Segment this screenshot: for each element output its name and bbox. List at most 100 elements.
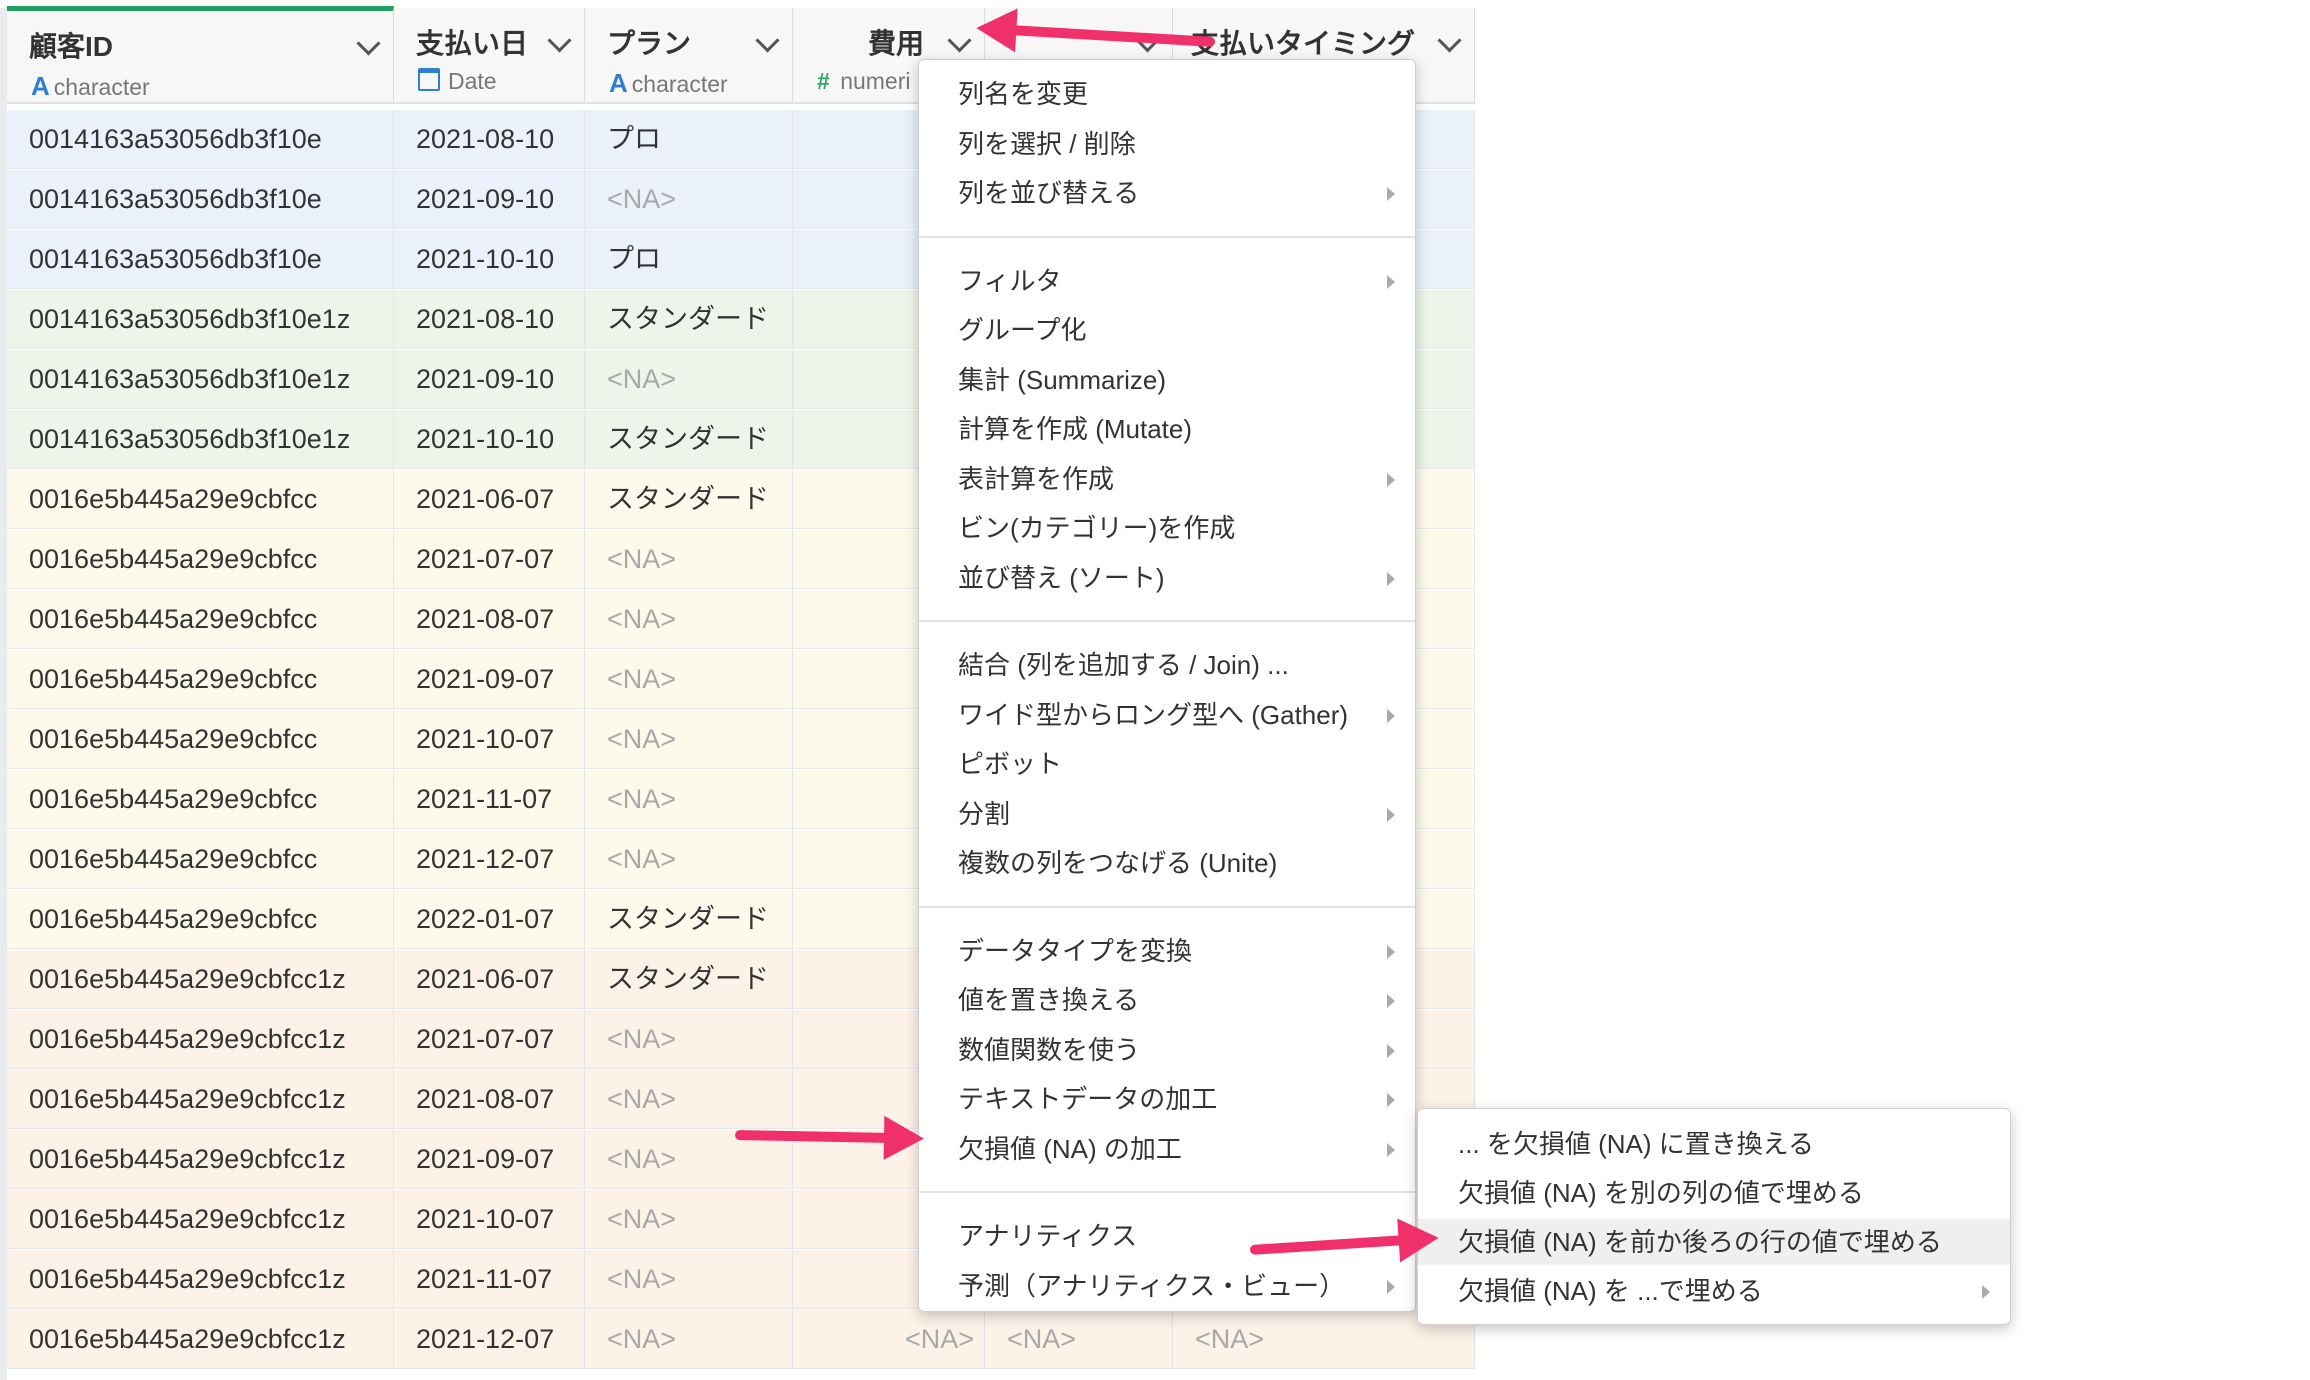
table-cell[interactable]: 2021-09-10 [394, 350, 585, 409]
table-cell[interactable]: <NA> [585, 530, 793, 589]
menu-item[interactable]: グループ化 [919, 307, 1415, 353]
menu-item[interactable]: 欠損値 (NA) の加工 [919, 1126, 1415, 1172]
table-cell[interactable]: 2021-09-07 [394, 650, 585, 709]
table-cell[interactable]: 2021-10-07 [394, 1190, 585, 1249]
table-cell[interactable]: 0016e5b445a29e9cbfcc [7, 770, 394, 829]
table-cell[interactable]: 2021-12-07 [394, 1310, 585, 1369]
menu-item[interactable]: 列名を変更 [919, 71, 1415, 117]
table-cell[interactable]: スタンダード [585, 410, 793, 469]
chevron-down-icon[interactable] [755, 28, 780, 53]
table-cell[interactable]: スタンダード [585, 950, 793, 1009]
table-cell[interactable]: スタンダード [585, 470, 793, 529]
table-cell[interactable]: 2021-09-10 [394, 170, 585, 229]
menu-item[interactable]: 表計算を作成 [919, 456, 1415, 502]
menu-divider [919, 235, 1415, 238]
menu-item[interactable]: データタイプを変換 [919, 928, 1415, 974]
table-cell[interactable]: 0016e5b445a29e9cbfcc [7, 890, 394, 949]
table-cell[interactable]: <NA> [585, 1190, 793, 1249]
table-cell[interactable]: 2021-10-10 [394, 230, 585, 289]
table-cell[interactable]: 0016e5b445a29e9cbfcc1z [7, 1010, 394, 1069]
column-name: 費用 [867, 28, 924, 59]
menu-item[interactable]: 値を置き換える [919, 977, 1415, 1023]
menu-item[interactable]: 並び替え (ソート) [919, 555, 1415, 601]
table-cell[interactable]: プロ [585, 110, 793, 169]
menu-item[interactable]: 予測（アナリティクス・ビュー） [919, 1263, 1415, 1309]
table-cell[interactable]: 2021-11-07 [394, 770, 585, 829]
menu-item[interactable]: ピボット [919, 741, 1415, 787]
table-cell[interactable]: 0014163a53056db3f10e1z [7, 290, 394, 349]
menu-item[interactable]: 列を選択 / 削除 [919, 121, 1415, 167]
table-cell[interactable]: 2021-08-10 [394, 290, 585, 349]
table-cell[interactable]: 0016e5b445a29e9cbfcc [7, 470, 394, 529]
submenu-item[interactable]: 欠損値 (NA) を ...で埋める [1418, 1268, 2010, 1314]
chevron-down-icon[interactable] [547, 28, 572, 53]
menu-item[interactable]: 複数の列をつなげる (Unite) [919, 840, 1415, 886]
menu-item[interactable]: 分割 [919, 791, 1415, 837]
table-cell[interactable]: <NA> [585, 650, 793, 709]
menu-item[interactable]: 集計 (Summarize) [919, 357, 1415, 403]
chevron-down-icon[interactable] [356, 31, 381, 56]
table-cell[interactable]: 0016e5b445a29e9cbfcc [7, 530, 394, 589]
menu-item[interactable]: テキストデータの加工 [919, 1076, 1415, 1122]
table-cell[interactable]: 0016e5b445a29e9cbfcc [7, 830, 394, 889]
table-cell[interactable]: <NA> [585, 830, 793, 889]
table-cell[interactable]: 0016e5b445a29e9cbfcc [7, 590, 394, 649]
table-cell[interactable]: 2021-11-07 [394, 1250, 585, 1309]
table-cell[interactable]: 0016e5b445a29e9cbfcc1z [7, 1130, 394, 1189]
menu-item[interactable]: フィルタ [919, 258, 1415, 304]
menu-item[interactable]: 数値関数を使う [919, 1027, 1415, 1073]
table-cell[interactable]: <NA> [585, 710, 793, 769]
table-cell[interactable]: 2021-10-07 [394, 710, 585, 769]
table-cell[interactable]: 0016e5b445a29e9cbfcc [7, 710, 394, 769]
menu-item[interactable]: 計算を作成 (Mutate) [919, 406, 1415, 452]
column-header-1[interactable]: 顧客ID Acharacter [7, 6, 394, 104]
table-cell[interactable]: 0016e5b445a29e9cbfcc1z [7, 1070, 394, 1129]
table-cell[interactable]: <NA> [585, 170, 793, 229]
table-cell[interactable]: 2021-09-07 [394, 1130, 585, 1189]
table-cell[interactable]: 0016e5b445a29e9cbfcc1z [7, 1190, 394, 1249]
table-cell[interactable]: <NA> [585, 1010, 793, 1069]
column-header-3[interactable]: プラン Acharacter [585, 8, 793, 104]
table-cell[interactable]: 2021-10-10 [394, 410, 585, 469]
submenu-item[interactable]: ... を欠損値 (NA) に置き換える [1418, 1121, 2010, 1167]
table-cell[interactable]: 2021-06-07 [394, 950, 585, 1009]
column-header-2[interactable]: 支払い日 Date [394, 8, 585, 104]
menu-item[interactable]: 結合 (列を追加する / Join) ... [919, 642, 1415, 688]
table-cell[interactable]: <NA> [585, 1070, 793, 1129]
menu-item[interactable]: 列を並び替える [919, 170, 1415, 216]
table-cell[interactable]: スタンダード [585, 290, 793, 349]
table-cell[interactable]: 0014163a53056db3f10e1z [7, 410, 394, 469]
table-cell[interactable]: <NA> [585, 1250, 793, 1309]
table-cell[interactable]: <NA> [585, 1310, 793, 1369]
table-cell[interactable]: <NA> [585, 350, 793, 409]
table-cell[interactable]: 2021-08-07 [394, 1070, 585, 1129]
table-cell[interactable]: 2021-12-07 [394, 830, 585, 889]
table-cell[interactable]: 0014163a53056db3f10e [7, 230, 394, 289]
table-cell[interactable]: 2021-07-07 [394, 530, 585, 589]
table-cell[interactable]: <NA> [585, 590, 793, 649]
menu-item[interactable]: ワイド型からロング型へ (Gather) [919, 692, 1415, 738]
table-cell[interactable]: 2022-01-07 [394, 890, 585, 949]
table-cell[interactable]: プロ [585, 230, 793, 289]
table-cell[interactable]: 2021-08-07 [394, 590, 585, 649]
chevron-down-icon[interactable] [1437, 28, 1462, 53]
table-cell[interactable]: 2021-07-07 [394, 1010, 585, 1069]
table-cell[interactable]: 2021-06-07 [394, 470, 585, 529]
table-cell[interactable]: 2021-08-10 [394, 110, 585, 169]
table-cell[interactable]: <NA> [793, 1310, 985, 1369]
menu-item[interactable]: ビン(カテゴリー)を作成 [919, 505, 1415, 551]
table-cell[interactable]: 0014163a53056db3f10e [7, 170, 394, 229]
table-cell[interactable]: 0016e5b445a29e9cbfcc [7, 650, 394, 709]
table-cell[interactable]: 0016e5b445a29e9cbfcc1z [7, 1310, 394, 1369]
table-cell[interactable]: 0014163a53056db3f10e1z [7, 350, 394, 409]
menu-item[interactable]: アナリティクス [919, 1213, 1415, 1259]
table-cell[interactable]: 0016e5b445a29e9cbfcc1z [7, 1250, 394, 1309]
chevron-down-icon[interactable] [947, 28, 972, 53]
table-cell[interactable]: 0014163a53056db3f10e [7, 110, 394, 169]
submenu-item[interactable]: 欠損値 (NA) を前か後ろの行の値で埋める [1418, 1219, 2010, 1265]
table-cell[interactable]: 0016e5b445a29e9cbfcc1z [7, 950, 394, 1009]
table-cell[interactable]: <NA> [585, 770, 793, 829]
submenu-item[interactable]: 欠損値 (NA) を別の列の値で埋める [1418, 1170, 2010, 1216]
table-cell[interactable]: <NA> [985, 1310, 1173, 1369]
table-cell[interactable]: スタンダード [585, 890, 793, 949]
